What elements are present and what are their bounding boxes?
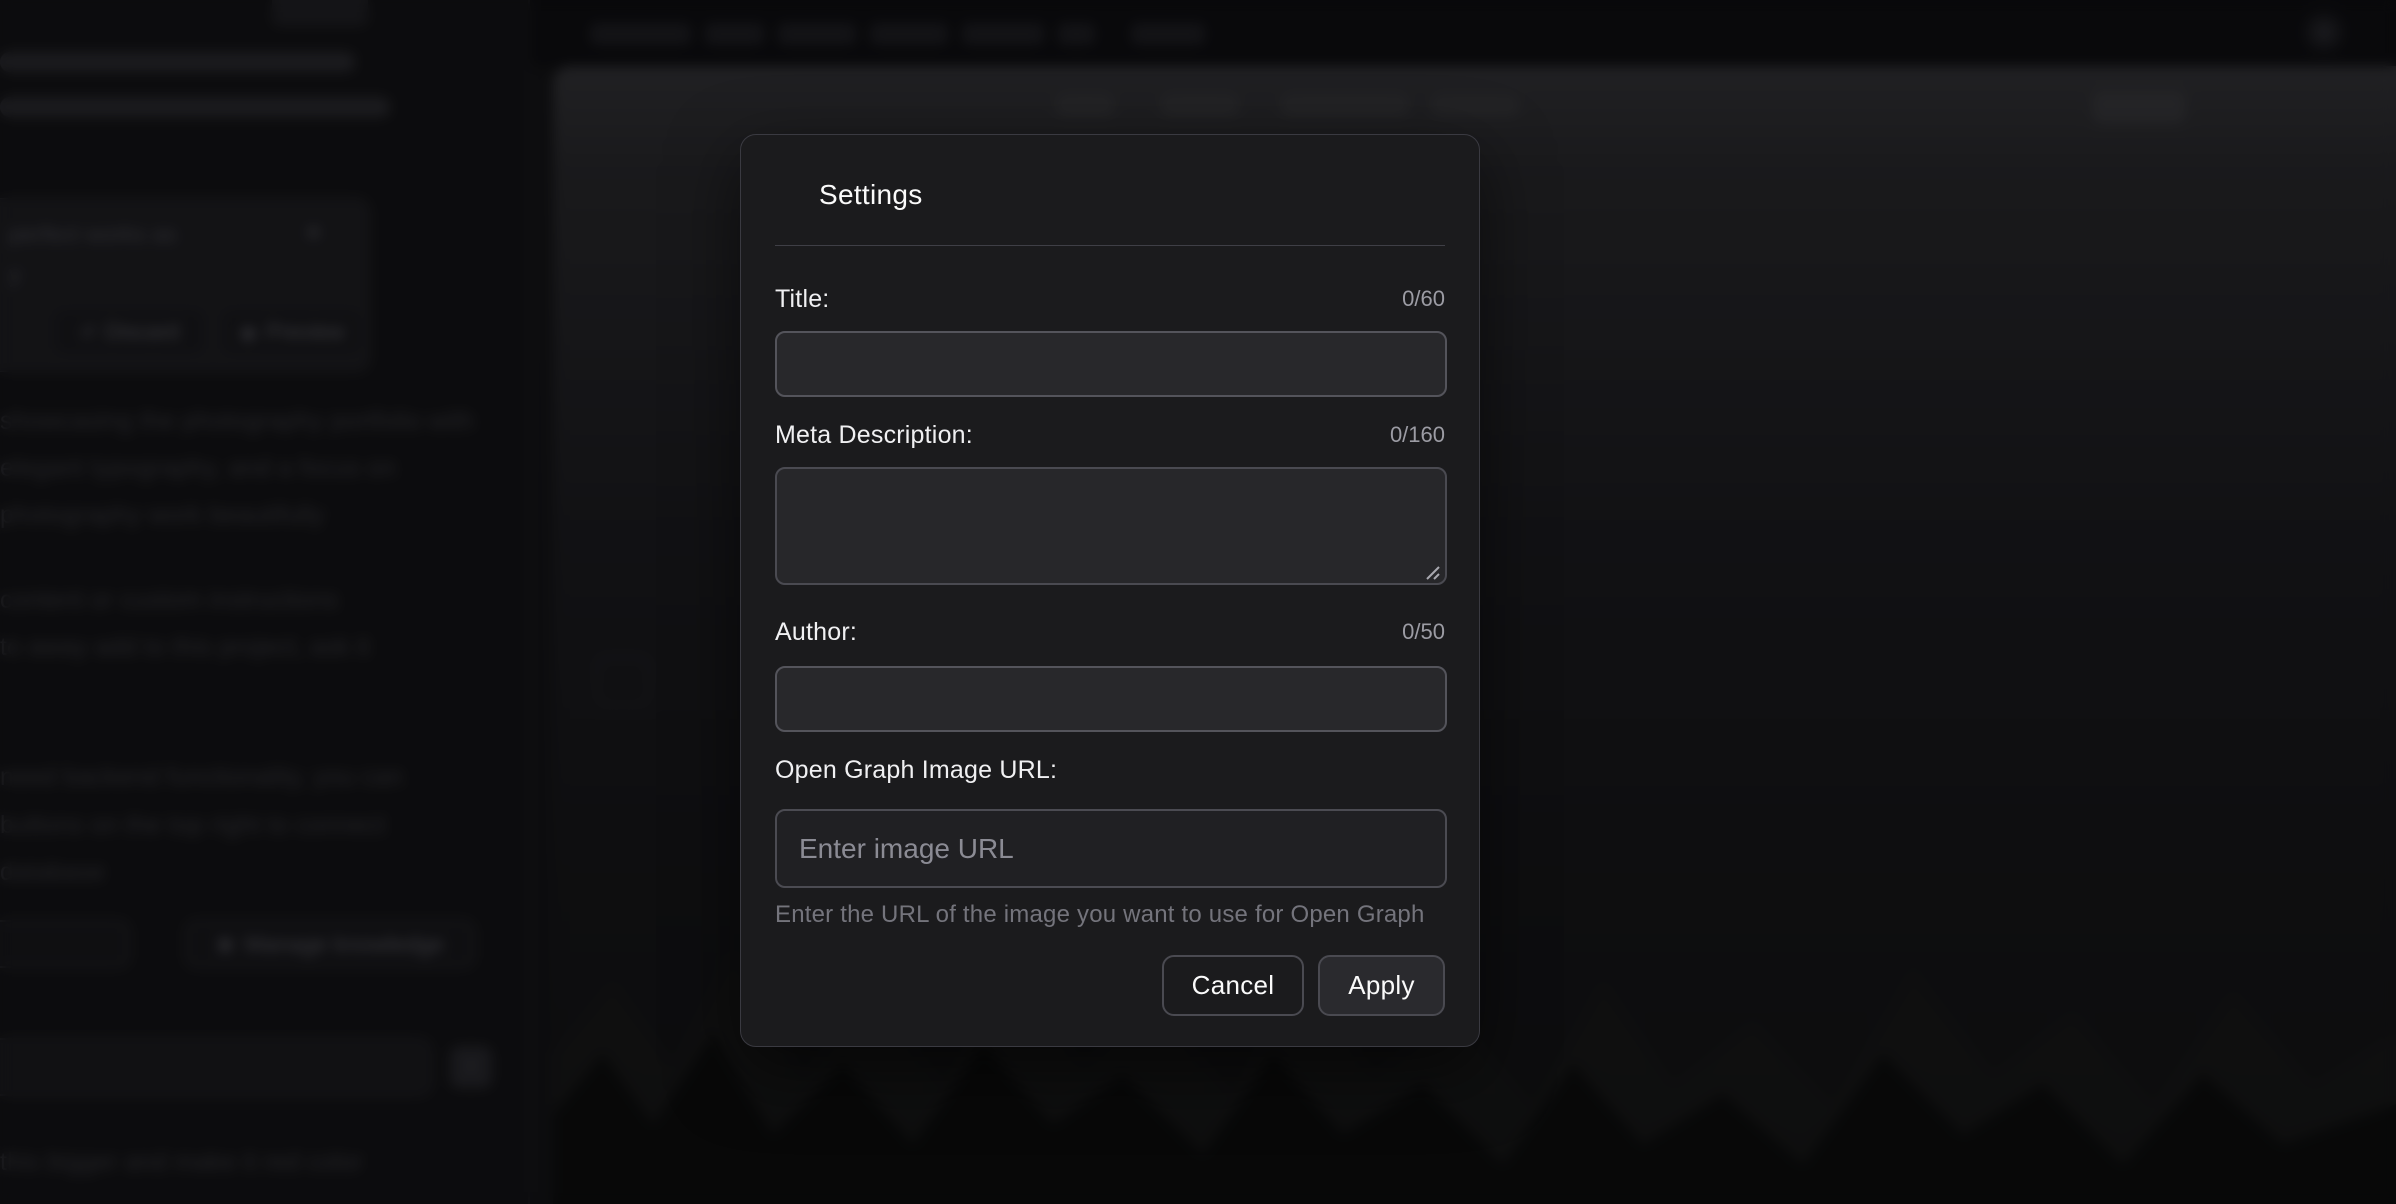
title-field-label: Title: xyxy=(775,285,829,314)
cancel-button[interactable]: Cancel xyxy=(1162,955,1304,1016)
title-char-counter: 0/60 xyxy=(1402,286,1445,312)
dialog-title: Settings xyxy=(819,179,923,211)
meta-description-field-label: Meta Description: xyxy=(775,421,973,450)
title-input[interactable] xyxy=(775,331,1447,397)
og-image-url-field-label: Open Graph Image URL: xyxy=(775,756,1057,785)
author-input[interactable] xyxy=(775,666,1447,732)
divider xyxy=(775,245,1445,246)
apply-button[interactable]: Apply xyxy=(1318,955,1445,1016)
settings-dialog: Settings Title: 0/60 Meta Description: 0… xyxy=(740,134,1480,1047)
og-image-url-helper-text: Enter the URL of the image you want to u… xyxy=(775,901,1425,929)
author-field-label: Author: xyxy=(775,618,857,647)
meta-description-textarea[interactable] xyxy=(775,467,1447,585)
og-image-url-input[interactable] xyxy=(775,809,1447,888)
meta-description-char-counter: 0/160 xyxy=(1390,422,1445,448)
author-char-counter: 0/50 xyxy=(1402,619,1445,645)
